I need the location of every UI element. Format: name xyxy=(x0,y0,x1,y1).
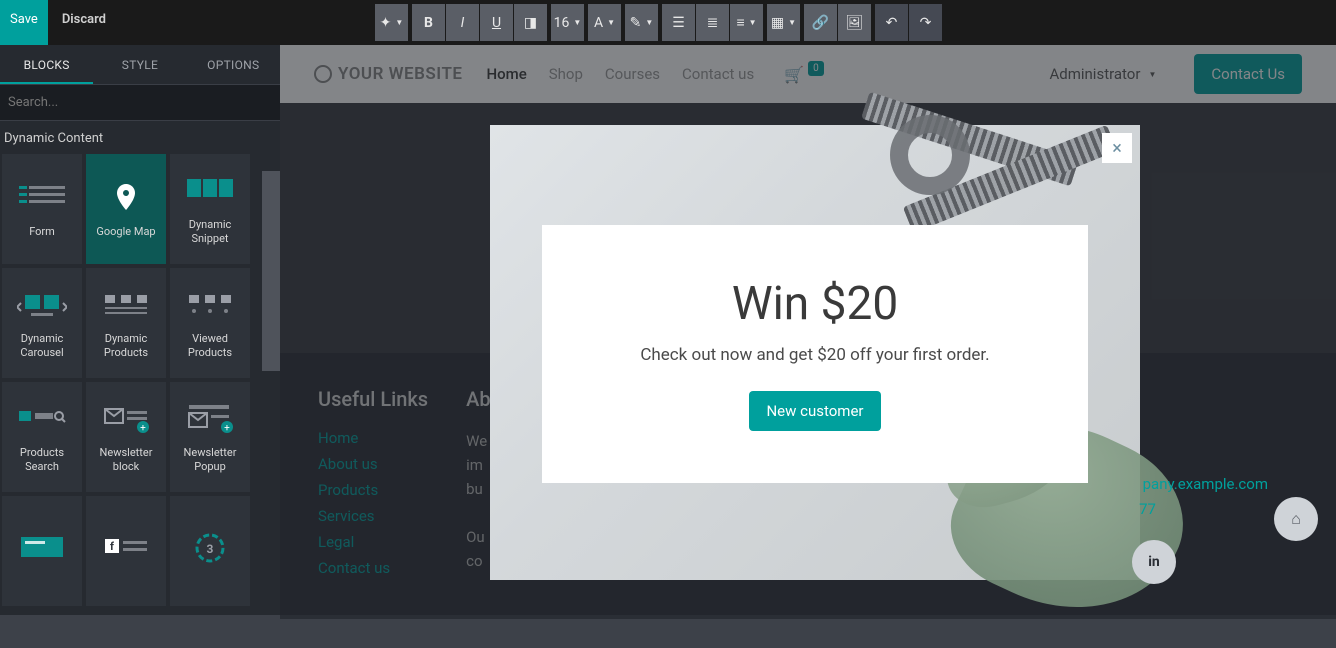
ordered-list-button[interactable]: ≣ xyxy=(696,4,729,41)
carousel-icon xyxy=(12,286,72,326)
svg-text:f: f xyxy=(110,540,114,553)
form-icon xyxy=(12,179,72,219)
card-icon xyxy=(12,528,72,568)
save-button[interactable]: Save xyxy=(0,0,48,45)
block-search-input[interactable] xyxy=(0,85,280,121)
block-products-search[interactable]: Products Search xyxy=(2,382,82,492)
italic-button[interactable]: I xyxy=(446,4,479,41)
section-dynamic-content: Dynamic Content xyxy=(0,121,276,154)
linkedin-icon[interactable]: in xyxy=(1132,540,1176,584)
popup-modal: × Win $20 Check out now and get $20 off … xyxy=(490,125,1140,580)
block-dynamic-products[interactable]: Dynamic Products xyxy=(86,268,166,378)
editor-toolbar: ✦▼ B I U ◨ 16▼ A▼ ✎▼ ☰ ≣ ≡▼ ▦▼ 🔗 🖼 xyxy=(367,0,942,45)
svg-text:+: + xyxy=(224,423,230,434)
products-icon xyxy=(96,286,156,326)
modal-title: Win $20 xyxy=(732,277,898,331)
redo-button[interactable]: ↷ xyxy=(909,4,942,41)
svg-text:3: 3 xyxy=(207,542,214,556)
footer-email[interactable]: pany.example.com xyxy=(1143,475,1268,493)
unordered-list-button[interactable]: ☰ xyxy=(662,4,695,41)
editor-sidebar: BLOCKS STYLE OPTIONS Dynamic Content For… xyxy=(0,45,280,615)
bold-button[interactable]: B xyxy=(412,4,445,41)
tab-style[interactable]: STYLE xyxy=(93,45,186,84)
facebook-icon: f xyxy=(96,528,156,568)
block-newsletter[interactable]: +Newsletter block xyxy=(86,382,166,492)
block-dynamic-snippet[interactable]: Dynamic Snippet xyxy=(170,154,250,264)
countdown-icon: 3 xyxy=(180,528,240,568)
search-icon xyxy=(12,400,72,440)
table-button[interactable]: ▦▼ xyxy=(767,4,800,41)
tab-blocks[interactable]: BLOCKS xyxy=(0,45,93,84)
font-size-value: 16 xyxy=(554,15,570,31)
new-customer-button[interactable]: New customer xyxy=(749,391,880,431)
block-extra-2[interactable]: f xyxy=(86,496,166,606)
underline-button[interactable]: U xyxy=(480,4,513,41)
align-button[interactable]: ≡▼ xyxy=(730,4,763,41)
discard-button[interactable]: Discard xyxy=(48,0,120,45)
highlight-button[interactable]: ✎▼ xyxy=(625,4,658,41)
modal-subtitle: Check out now and get $20 off your first… xyxy=(640,345,989,365)
image-button[interactable]: 🖼 xyxy=(838,4,871,41)
undo-button[interactable]: ↶ xyxy=(875,4,908,41)
block-google-map[interactable]: Google Map xyxy=(86,154,166,264)
eraser-button[interactable]: ◨ xyxy=(514,4,547,41)
home-float-button[interactable]: ⌂ xyxy=(1274,497,1318,541)
newsletter-popup-icon: + xyxy=(180,400,240,440)
block-extra-1[interactable] xyxy=(2,496,82,606)
newsletter-icon: + xyxy=(96,400,156,440)
block-dynamic-carousel[interactable]: Dynamic Carousel xyxy=(2,268,82,378)
scrollbar-thumb[interactable] xyxy=(262,171,280,371)
block-extra-3[interactable]: 3 xyxy=(170,496,250,606)
block-form[interactable]: Form xyxy=(2,154,82,264)
link-button[interactable]: 🔗 xyxy=(804,4,837,41)
font-color-button[interactable]: A▼ xyxy=(588,4,621,41)
block-viewed-products[interactable]: Viewed Products xyxy=(170,268,250,378)
modal-close-button[interactable]: × xyxy=(1102,133,1132,163)
block-newsletter-popup[interactable]: +Newsletter Popup xyxy=(170,382,250,492)
font-size-select[interactable]: 16▼ xyxy=(551,4,584,41)
viewed-icon xyxy=(180,286,240,326)
modal-content: Win $20 Check out now and get $20 off yo… xyxy=(542,225,1088,483)
magic-wand-button[interactable]: ✦▼ xyxy=(375,4,408,41)
section-invisible-elements: Invisible Elements xyxy=(0,606,276,611)
tab-options[interactable]: OPTIONS xyxy=(187,45,280,84)
map-pin-icon xyxy=(96,179,156,219)
footer-phone[interactable]: 77 xyxy=(1139,500,1156,518)
svg-text:+: + xyxy=(140,423,146,434)
snippet-icon xyxy=(180,172,240,212)
